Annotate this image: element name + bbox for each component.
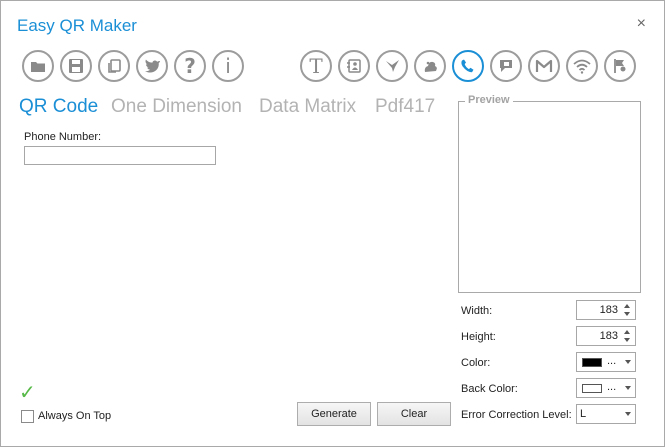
- email-mode-button[interactable]: [376, 50, 408, 82]
- close-icon[interactable]: ×: [637, 16, 646, 32]
- height-label: Height:: [461, 331, 496, 343]
- tab-qr-code[interactable]: QR Code: [19, 96, 98, 118]
- tab-data-matrix[interactable]: Data Matrix: [259, 96, 356, 118]
- wifi-mode-button[interactable]: [566, 50, 598, 82]
- error-correction-label: Error Correction Level:: [461, 409, 572, 421]
- height-down-arrow-icon[interactable]: [624, 338, 630, 342]
- open-folder-button[interactable]: [22, 50, 54, 82]
- copy-clipboard-icon: [108, 59, 121, 73]
- phone-number-input[interactable]: [24, 146, 216, 165]
- checkmark-icon: ✓: [19, 382, 36, 404]
- phone-icon: [461, 59, 474, 73]
- preview-panel: [458, 101, 641, 293]
- sms-message-icon: [424, 61, 437, 72]
- save-button[interactable]: [60, 50, 92, 82]
- gmail-m-icon: [535, 59, 553, 72]
- back-color-picker[interactable]: ...: [576, 378, 636, 398]
- folder-icon: [31, 62, 45, 72]
- generate-button[interactable]: Generate: [297, 402, 371, 426]
- info-button[interactable]: i: [212, 50, 244, 82]
- wifi-icon: [573, 59, 591, 74]
- info-icon: i: [225, 54, 231, 78]
- text-t-icon: T: [309, 54, 323, 78]
- error-correction-value: L: [580, 408, 587, 420]
- error-correction-select[interactable]: L: [576, 404, 636, 424]
- app-window: Easy QR Maker × ? i T QR Code One Dimens…: [0, 0, 665, 447]
- envelope-bird-icon: [386, 60, 399, 72]
- help-button[interactable]: ?: [174, 50, 206, 82]
- back-color-label: Back Color:: [461, 383, 518, 395]
- always-on-top-label: Always On Top: [38, 410, 112, 422]
- geo-location-mode-button[interactable]: [604, 50, 636, 82]
- width-spinner[interactable]: 183: [576, 300, 636, 320]
- width-value: 183: [599, 304, 618, 316]
- height-value: 183: [599, 330, 618, 342]
- height-spinner[interactable]: 183: [576, 326, 636, 346]
- twitter-button[interactable]: [136, 50, 168, 82]
- preview-legend: Preview: [465, 94, 513, 106]
- sms-mode-button[interactable]: [414, 50, 446, 82]
- window-title: Easy QR Maker: [17, 16, 137, 35]
- phone-number-label: Phone Number:: [24, 131, 102, 143]
- width-up-arrow-icon[interactable]: [624, 304, 630, 308]
- phone-mode-button[interactable]: [452, 50, 484, 82]
- contact-mode-button[interactable]: [338, 50, 370, 82]
- floppy-disk-icon: [69, 59, 83, 73]
- tab-one-dimension[interactable]: One Dimension: [111, 96, 242, 118]
- width-down-arrow-icon[interactable]: [624, 312, 630, 316]
- color-label: Color:: [461, 357, 491, 369]
- contact-card-icon: [347, 59, 361, 73]
- back-color-dots: ...: [607, 381, 617, 393]
- gmail-mode-button[interactable]: [528, 50, 560, 82]
- question-icon: ?: [184, 54, 196, 78]
- chevron-down-icon: [625, 386, 631, 390]
- mms-bubble-icon: [500, 60, 512, 72]
- mms-mode-button[interactable]: [490, 50, 522, 82]
- color-picker[interactable]: ...: [576, 352, 636, 372]
- tab-pdf417[interactable]: Pdf417: [375, 96, 435, 118]
- color-dots: ...: [607, 355, 617, 367]
- width-label: Width:: [461, 305, 493, 317]
- always-on-top-checkbox[interactable]: [21, 410, 34, 423]
- height-up-arrow-icon[interactable]: [624, 330, 630, 334]
- twitter-bird-icon: [145, 59, 160, 73]
- chevron-down-icon: [625, 412, 631, 416]
- location-flag-icon: [614, 59, 626, 73]
- chevron-down-icon: [625, 360, 631, 364]
- color-swatch: [582, 358, 602, 367]
- clear-button[interactable]: Clear: [377, 402, 451, 426]
- text-mode-button[interactable]: T: [300, 50, 332, 82]
- back-color-swatch: [582, 384, 602, 393]
- copy-button[interactable]: [98, 50, 130, 82]
